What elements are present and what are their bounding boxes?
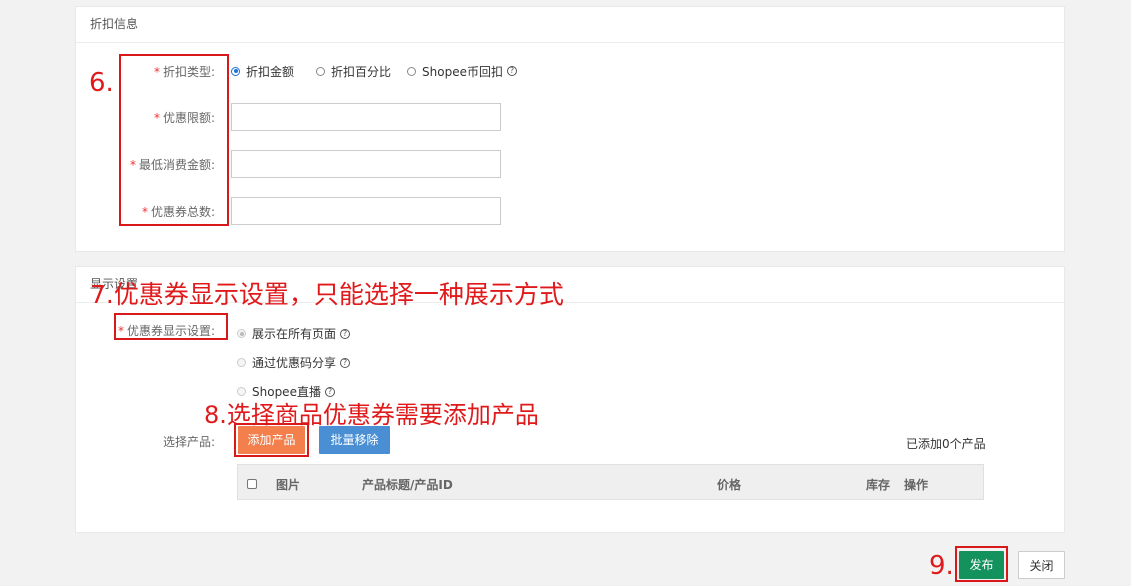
radio-icon[interactable]: [407, 66, 417, 76]
discount-limit-input[interactable]: [231, 103, 501, 131]
added-count-text: 已添加0个产品: [906, 437, 986, 451]
radio-show-all-pages[interactable]: 展示在所有页面 ?: [237, 325, 351, 342]
radio-label: 通过优惠码分享: [252, 356, 337, 370]
col-price: 价格: [717, 478, 742, 492]
select-product-label: 选择产品:: [162, 435, 215, 449]
annotation-step-6: 6.: [89, 68, 114, 98]
add-product-button[interactable]: 添加产品: [238, 426, 305, 454]
publish-button[interactable]: 发布: [959, 551, 1004, 579]
radio-share-via-code[interactable]: 通过优惠码分享 ?: [237, 354, 351, 371]
discount-type-radio-group: 折扣金额 折扣百分比 Shopee币回扣 ?: [231, 63, 533, 80]
radio-label: 展示在所有页面: [252, 327, 337, 341]
select-all-checkbox[interactable]: [247, 479, 257, 489]
radio-icon[interactable]: [237, 358, 246, 367]
radio-shopee-coins[interactable]: Shopee币回扣 ?: [407, 63, 517, 80]
close-button[interactable]: 关闭: [1018, 551, 1065, 579]
col-image: 图片: [276, 478, 301, 492]
radio-checked-icon[interactable]: [231, 66, 240, 76]
radio-icon[interactable]: [316, 66, 326, 76]
col-stock: 库存: [866, 478, 891, 492]
annotation-step-9: 9.: [929, 551, 954, 581]
product-table-header: 图片 产品标题/产品ID 价格 库存 操作: [237, 464, 984, 500]
radio-label: Shopee币回扣: [422, 64, 503, 79]
help-icon[interactable]: ?: [340, 328, 351, 339]
annotation-box-7: [114, 313, 228, 340]
help-icon[interactable]: ?: [340, 357, 351, 368]
radio-discount-amount[interactable]: 折扣金额: [231, 63, 294, 80]
col-actions: 操作: [904, 478, 929, 492]
radio-label: 折扣金额: [246, 64, 295, 79]
radio-checked-icon[interactable]: [237, 329, 246, 338]
batch-remove-button[interactable]: 批量移除: [319, 426, 390, 454]
radio-label: 折扣百分比: [331, 64, 392, 79]
annotation-box-6: [119, 54, 229, 226]
min-spend-input[interactable]: [231, 150, 501, 178]
radio-discount-percent[interactable]: 折扣百分比: [316, 63, 391, 80]
coupon-total-input[interactable]: [231, 197, 501, 225]
help-icon[interactable]: ?: [506, 66, 517, 76]
discount-info-title: 折扣信息: [76, 7, 1064, 43]
col-product-title: 产品标题/产品ID: [362, 478, 453, 492]
annotation-step-7: 7.优惠券显示设置，只能选择一种展示方式: [90, 280, 564, 309]
